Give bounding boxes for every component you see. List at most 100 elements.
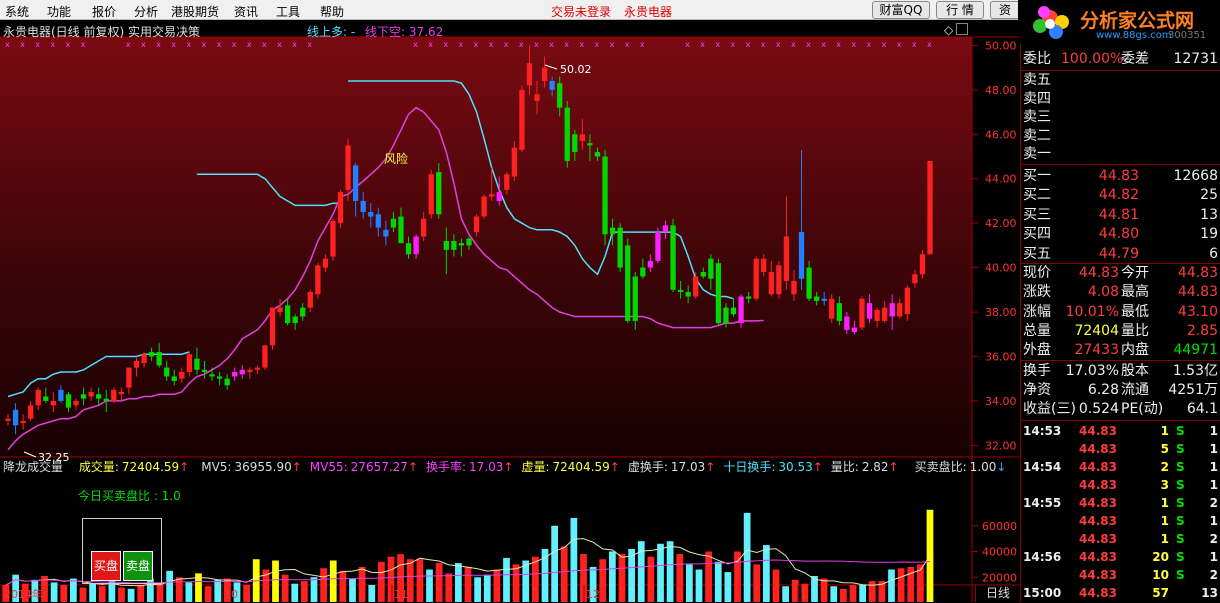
menu-item-5[interactable]: 资讯	[234, 3, 258, 20]
candle-body[interactable]	[35, 389, 41, 406]
candle-body[interactable]	[300, 307, 306, 317]
candle-body[interactable]	[254, 367, 261, 370]
maximize-icon[interactable]	[956, 23, 968, 35]
volume-bar[interactable]	[743, 512, 751, 602]
candle-body[interactable]	[126, 367, 132, 388]
candle-body[interactable]	[526, 63, 533, 86]
volume-bar[interactable]	[560, 546, 568, 602]
volume-bar[interactable]	[647, 556, 655, 602]
candle-body[interactable]	[269, 307, 276, 346]
candle-body[interactable]	[549, 80, 555, 90]
candle-body[interactable]	[103, 398, 109, 401]
candle-body[interactable]	[164, 367, 170, 377]
volume-bar[interactable]	[493, 569, 501, 602]
candle-body[interactable]	[322, 258, 329, 268]
candle-body[interactable]	[625, 245, 631, 321]
volume-bar[interactable]	[166, 570, 173, 602]
volume-bar[interactable]	[474, 577, 481, 602]
candle-body[interactable]	[224, 378, 230, 386]
volume-bar[interactable]	[378, 561, 385, 602]
candle-body[interactable]	[677, 289, 684, 293]
candle-body[interactable]	[541, 67, 548, 81]
candle-body[interactable]	[421, 218, 427, 237]
volume-bar[interactable]	[714, 561, 722, 602]
candle-body[interactable]	[148, 352, 155, 357]
volume-bar[interactable]	[772, 569, 780, 602]
candle-body[interactable]	[662, 225, 669, 233]
candle-body[interactable]	[28, 405, 34, 419]
candle-body[interactable]	[43, 396, 49, 401]
menu-item-4[interactable]: 港股期货	[171, 3, 219, 20]
buy-order-button[interactable]: 买盘	[91, 551, 121, 581]
sell-order-button[interactable]: 卖盘	[123, 551, 153, 581]
volume-bar[interactable]	[89, 583, 96, 602]
candle-body[interactable]	[904, 287, 910, 315]
candle-body[interactable]	[194, 358, 200, 370]
volume-bar[interactable]	[70, 578, 77, 602]
volume-bar[interactable]	[320, 568, 327, 602]
candle-body[interactable]	[80, 394, 87, 399]
volume-bar[interactable]	[185, 582, 193, 602]
menu-item-1[interactable]: 功能	[47, 3, 71, 20]
volume-bar[interactable]	[358, 566, 366, 602]
candle-body[interactable]	[851, 327, 858, 333]
candle-body[interactable]	[481, 196, 487, 217]
candle-body[interactable]	[919, 254, 926, 275]
volume-bar[interactable]	[782, 586, 789, 602]
candle-body[interactable]	[451, 240, 457, 250]
menu-item-3[interactable]: 分析	[134, 3, 158, 20]
volume-bar[interactable]	[483, 574, 491, 602]
candle-body[interactable]	[564, 107, 570, 161]
menu-item-2[interactable]: 报价	[92, 3, 116, 20]
candle-body[interactable]	[345, 145, 351, 190]
volume-bar[interactable]	[98, 586, 106, 602]
period-label[interactable]: 日线	[975, 585, 1020, 602]
candle-body[interactable]	[413, 236, 419, 255]
candle-body[interactable]	[685, 292, 691, 297]
volume-bar[interactable]	[79, 587, 87, 602]
candle-body[interactable]	[783, 236, 790, 281]
volume-bar[interactable]	[455, 563, 462, 602]
candle-body[interactable]	[572, 134, 578, 153]
volume-bar[interactable]	[628, 548, 635, 602]
volume-bar[interactable]	[676, 554, 684, 602]
volume-bar[interactable]	[368, 584, 376, 602]
bid-row[interactable]: 买一 44.83 12668	[1021, 167, 1220, 186]
volume-bar[interactable]	[888, 569, 895, 602]
candle-body[interactable]	[209, 374, 215, 377]
quotes-button[interactable]: 行 情	[936, 1, 984, 19]
volume-bar[interactable]	[156, 583, 164, 602]
candle-body[interactable]	[927, 160, 933, 255]
candle-body[interactable]	[489, 194, 495, 197]
candle-body[interactable]	[118, 392, 125, 395]
kline-chart-svg[interactable]: 50.00 48.00 46.00 44.00 42.00 40.00 38.00 36.00…	[0, 20, 1020, 602]
volume-bar[interactable]	[599, 559, 607, 602]
candle-body[interactable]	[443, 240, 449, 250]
volume-bar[interactable]	[118, 587, 125, 602]
candle-body[interactable]	[829, 298, 835, 319]
candle-body[interactable]	[594, 152, 601, 157]
bid-row[interactable]: 买二 44.82 25	[1021, 186, 1220, 205]
candle-body[interactable]	[133, 360, 140, 368]
candle-body[interactable]	[738, 296, 744, 324]
candle-body[interactable]	[791, 280, 797, 295]
candle-body[interactable]	[836, 303, 842, 321]
candle-body[interactable]	[655, 232, 661, 261]
candle-body[interactable]	[171, 376, 177, 381]
volume-bar[interactable]	[753, 564, 761, 602]
volume-bar[interactable]	[666, 541, 674, 602]
candle-body[interactable]	[390, 218, 397, 228]
volume-bar[interactable]	[570, 518, 578, 602]
candle-body[interactable]	[768, 272, 774, 295]
candle-body[interactable]	[708, 258, 714, 279]
volume-bar[interactable]	[464, 566, 472, 602]
candle-body[interactable]	[5, 418, 11, 421]
candle-body[interactable]	[383, 229, 389, 237]
candle-body[interactable]	[897, 303, 903, 317]
candle-body[interactable]	[715, 263, 722, 324]
candle-body[interactable]	[239, 369, 245, 375]
candle-body[interactable]	[874, 309, 880, 321]
candle-body[interactable]	[557, 83, 563, 108]
volume-bar[interactable]	[859, 584, 866, 602]
volume-bar[interactable]	[840, 588, 847, 602]
